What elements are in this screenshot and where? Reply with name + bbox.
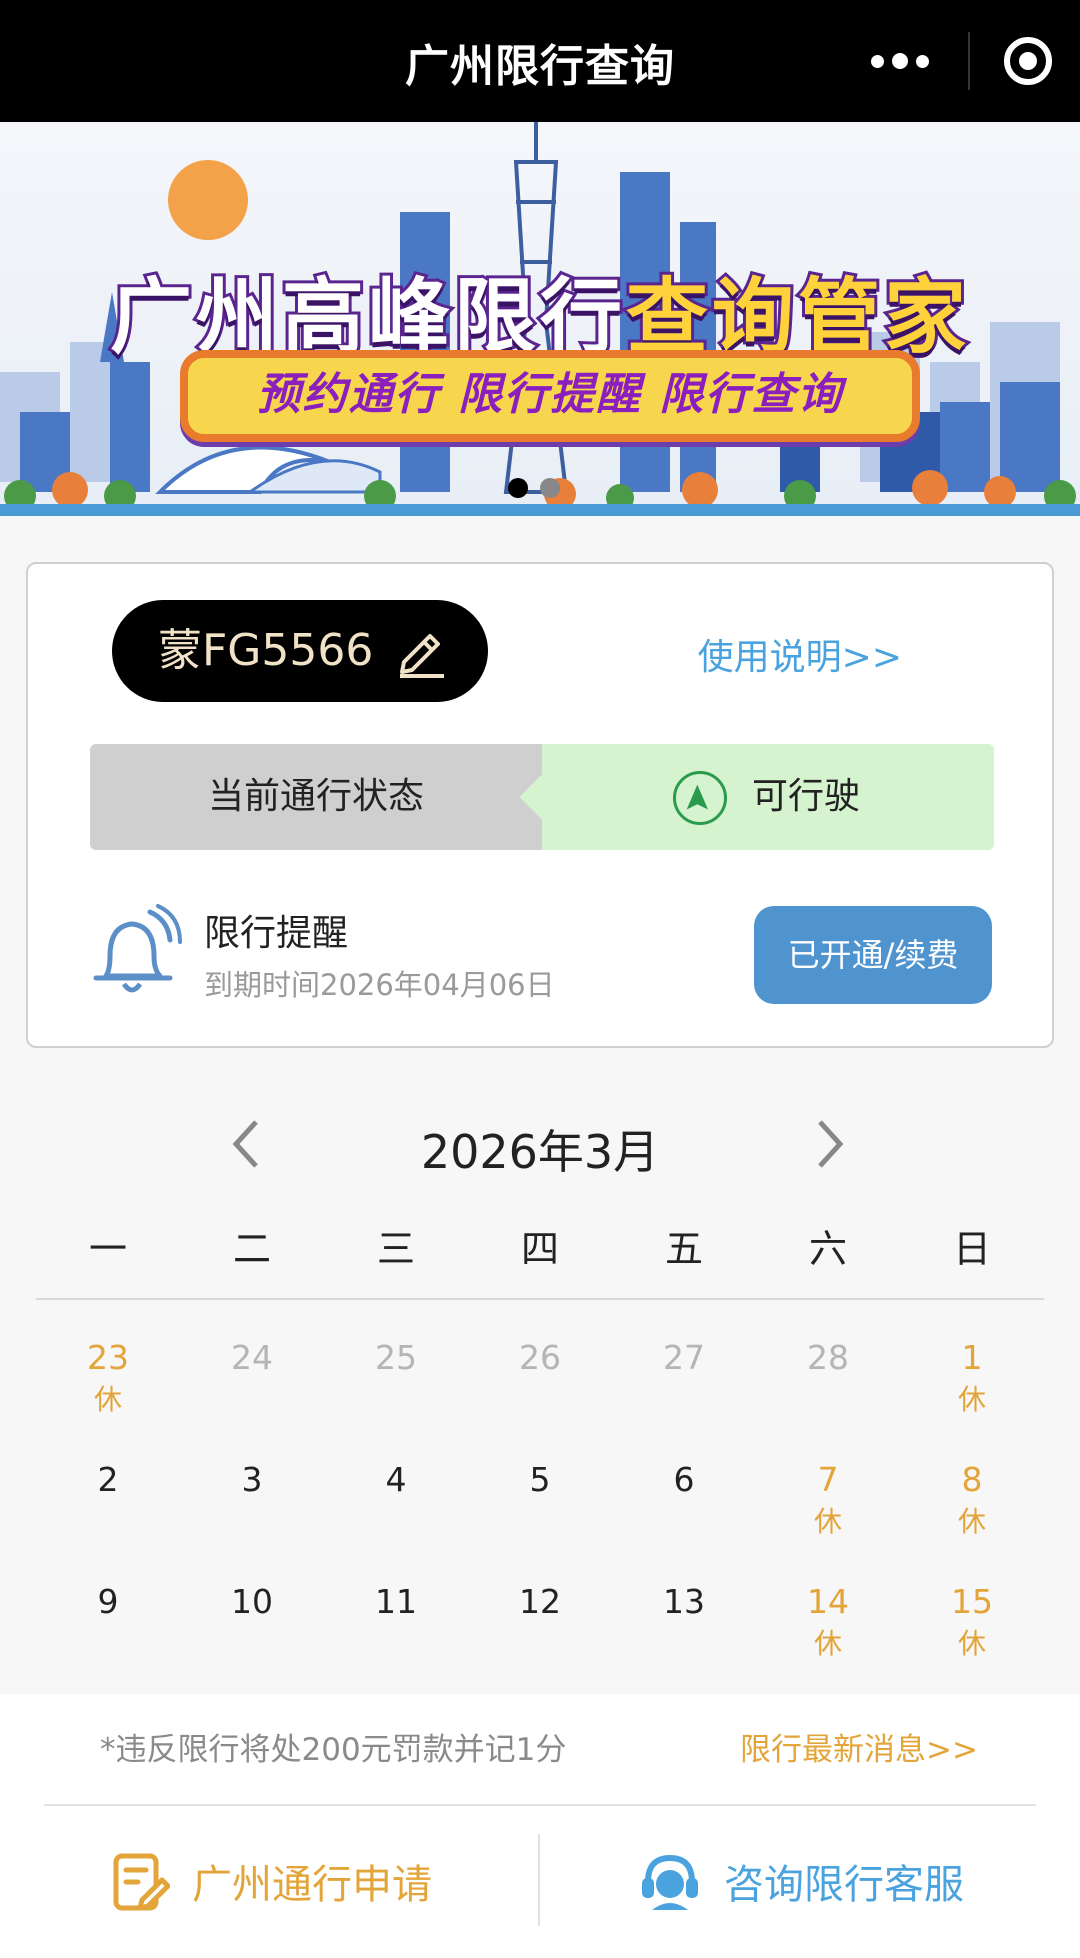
- customer-service-label: 咨询限行客服: [724, 1862, 964, 1908]
- calendar-grid: 23 休 24 25 26 27 28 1休 2 3 4 5 6 7休 8休 9 …: [36, 1336, 1044, 1702]
- day-number: 6: [673, 1460, 695, 1499]
- calendar-header: 2026年3月: [0, 1110, 1080, 1180]
- mini-program-capsule: [848, 22, 1060, 100]
- day-number: 8: [961, 1460, 983, 1499]
- day-number: 2: [97, 1460, 119, 1499]
- day-number: 11: [375, 1582, 417, 1621]
- banner-pager: [508, 478, 560, 498]
- day-number: 26: [519, 1338, 561, 1377]
- weekday-label: 四: [520, 1227, 559, 1271]
- reminder-title: 限行提醒: [204, 913, 349, 954]
- chevron-right-icon[interactable]: [810, 1114, 850, 1174]
- day-number: 15: [951, 1582, 993, 1621]
- status-value-panel: 可行驶: [542, 744, 994, 850]
- calendar-week-row: 9 10 11 12 13 14 休 15 休: [36, 1580, 1044, 1702]
- apply-pass-label: 广州通行申请: [192, 1862, 432, 1908]
- usage-guide-link[interactable]: 使用说明>>: [698, 628, 902, 680]
- pager-dot[interactable]: [540, 478, 560, 498]
- banner-tagline: 预约通行 限行提醒 限行查询: [180, 350, 920, 442]
- application-form-icon: [113, 1853, 170, 1911]
- calendar-day[interactable]: 6: [612, 1458, 756, 1580]
- holiday-tag: 休: [93, 1383, 122, 1416]
- license-plate-chip[interactable]: 蒙FG5566: [112, 600, 488, 702]
- day-number: 5: [529, 1460, 551, 1499]
- weekday-label: 五: [664, 1227, 703, 1271]
- license-plate-text: 蒙FG5566: [158, 625, 374, 676]
- edit-pencil-icon[interactable]: [394, 626, 448, 678]
- day-number: 7: [817, 1460, 839, 1499]
- capsule-divider: [968, 32, 970, 90]
- renew-button[interactable]: 已开通/续费: [754, 906, 992, 1004]
- weekday-label: 二: [232, 1227, 271, 1271]
- calendar-day[interactable]: 27: [612, 1336, 756, 1458]
- calendar-week-row: 2 3 4 5 6 7休 8休: [36, 1458, 1044, 1580]
- calendar-day[interactable]: 10: [180, 1580, 324, 1702]
- bell-icon: [93, 904, 182, 993]
- day-number: 25: [375, 1338, 417, 1377]
- calendar-day[interactable]: 8休: [900, 1458, 1044, 1580]
- day-number: 12: [519, 1582, 561, 1621]
- day-number: 13: [663, 1582, 705, 1621]
- holiday-tag: 休: [813, 1505, 842, 1538]
- fine-notice: *违反限行将处200元罚款并记1分: [100, 1732, 567, 1768]
- weekday-label: 日: [952, 1227, 991, 1271]
- navigation-arrow-icon: [673, 771, 727, 825]
- day-number: 14: [807, 1582, 849, 1621]
- headset-agent-icon: [642, 1854, 698, 1910]
- footer-divider: [44, 1804, 1036, 1806]
- calendar-day[interactable]: 11: [324, 1580, 468, 1702]
- calendar-day[interactable]: 12: [468, 1580, 612, 1702]
- calendar-day[interactable]: 26: [468, 1336, 612, 1458]
- calendar-divider: [36, 1298, 1044, 1300]
- calendar-day[interactable]: 15 休: [900, 1580, 1044, 1702]
- footer-button-divider: [538, 1834, 540, 1926]
- day-number: 9: [97, 1582, 119, 1621]
- calendar-day[interactable]: 13: [612, 1580, 756, 1702]
- calendar-day[interactable]: 4: [324, 1458, 468, 1580]
- calendar-day[interactable]: 5: [468, 1458, 612, 1580]
- day-number: 28: [807, 1338, 849, 1377]
- holiday-tag: 休: [813, 1627, 842, 1660]
- holiday-tag: 休: [957, 1627, 986, 1660]
- day-number: 3: [241, 1460, 263, 1499]
- holiday-tag: 休: [957, 1383, 986, 1416]
- pager-dot-active[interactable]: [508, 478, 528, 498]
- calendar-day[interactable]: 9: [36, 1580, 180, 1702]
- status-value: 可行驶: [752, 776, 861, 817]
- close-target-icon[interactable]: [1004, 37, 1052, 85]
- calendar-day[interactable]: 28: [756, 1336, 900, 1458]
- day-number: 4: [385, 1460, 407, 1499]
- calendar-week-row: 23 休 24 25 26 27 28 1休: [36, 1336, 1044, 1458]
- footer-panel: *违反限行将处200元罚款并记1分 限行最新消息>> 广州通行申请 咨询限行客服: [0, 1694, 1080, 1958]
- day-number: 1: [961, 1338, 983, 1377]
- day-number: 24: [231, 1338, 273, 1377]
- more-dots-icon[interactable]: [848, 22, 952, 100]
- calendar-day[interactable]: 3: [180, 1458, 324, 1580]
- calendar-day[interactable]: 7休: [756, 1458, 900, 1580]
- calendar-day[interactable]: 24: [180, 1336, 324, 1458]
- day-number: 27: [663, 1338, 705, 1377]
- holiday-tag: 休: [957, 1505, 986, 1538]
- weekday-label: 一: [88, 1227, 127, 1271]
- weekday-label: 三: [376, 1227, 415, 1271]
- title-bar: 广州限行查询: [0, 0, 1080, 122]
- current-status-bar: 当前通行状态 可行驶: [90, 744, 994, 850]
- calendar-weekday-row: 一 二 三 四 五 六 日: [36, 1218, 1044, 1288]
- day-number: 10: [231, 1582, 273, 1621]
- calendar-month-label: 2026年3月: [420, 1125, 660, 1179]
- calendar-day[interactable]: 14 休: [756, 1580, 900, 1702]
- calendar-day[interactable]: 23 休: [36, 1336, 180, 1458]
- calendar-day[interactable]: 1休: [900, 1336, 1044, 1458]
- status-label: 当前通行状态: [207, 776, 424, 817]
- latest-news-link[interactable]: 限行最新消息>>: [740, 1724, 978, 1769]
- traffic-status-card: 蒙FG5566 使用说明>> 当前通行状态 可行驶 限行提醒 到期时间2026年…: [26, 562, 1054, 1048]
- promo-banner[interactable]: 广州高峰限行查询管家 预约通行 限行提醒 限行查询: [0, 122, 1080, 516]
- day-number: 23: [87, 1338, 129, 1377]
- weekday-label: 六: [808, 1227, 847, 1271]
- calendar-day[interactable]: 25: [324, 1336, 468, 1458]
- reminder-expiry: 到期时间2026年04月06日: [204, 968, 555, 1002]
- calendar-day[interactable]: 2: [36, 1458, 180, 1580]
